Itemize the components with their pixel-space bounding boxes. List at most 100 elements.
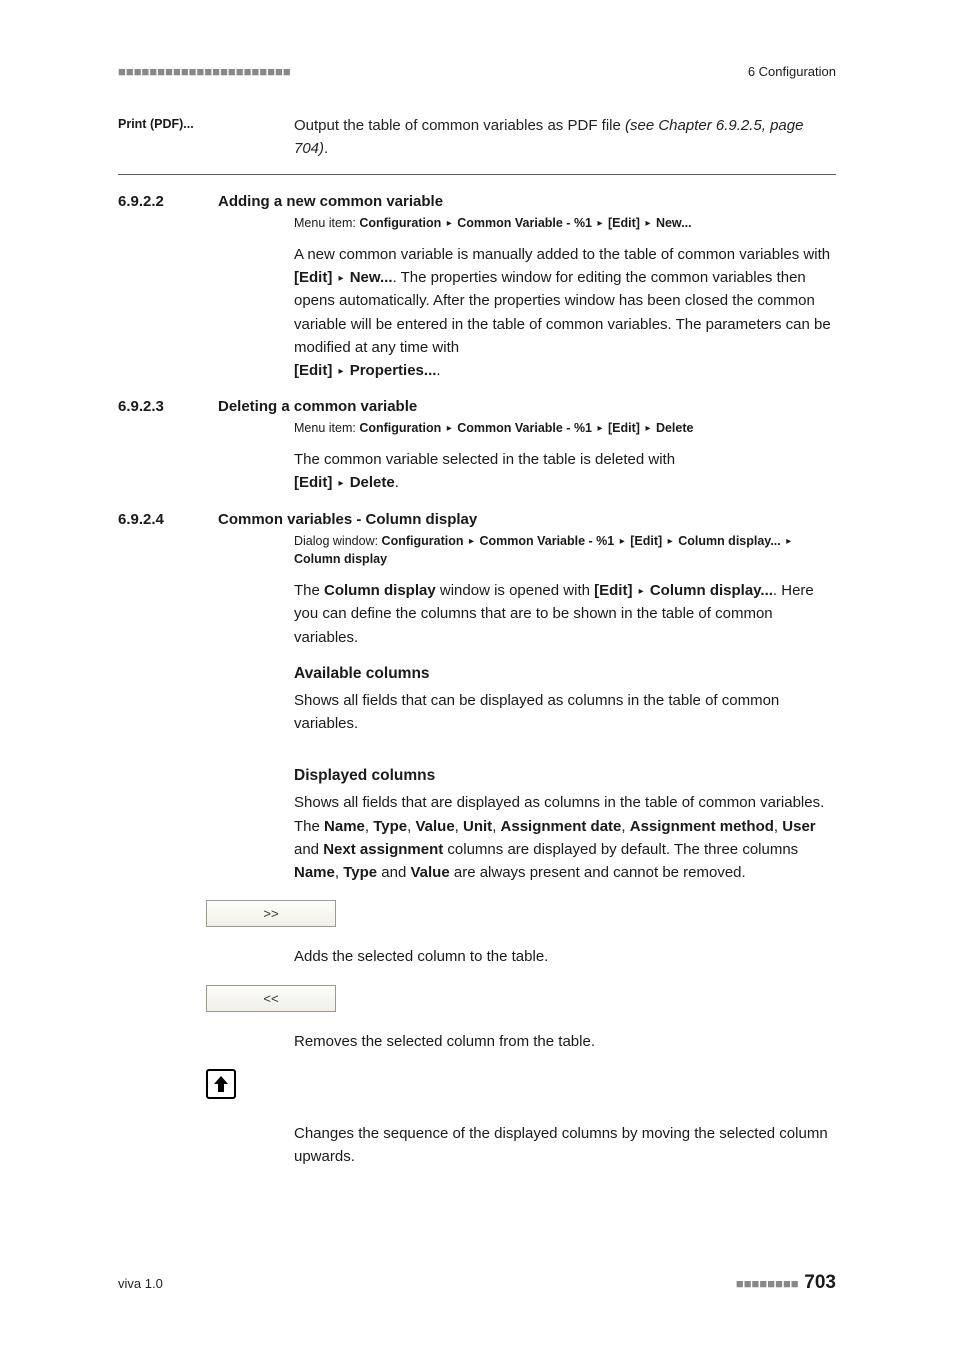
- text: .: [395, 474, 399, 491]
- footer-product: viva 1.0: [118, 1276, 163, 1291]
- page-footer: viva 1.0 ■■■■■■■■ 703: [118, 1272, 836, 1294]
- sep: ,: [492, 818, 500, 835]
- menu-path: Menu item: Configuration ▸ Common Variab…: [294, 214, 836, 233]
- section-number: 6.9.2.4: [118, 511, 218, 528]
- chevron-right-icon: ▸: [643, 218, 652, 229]
- ui-ref: New...: [350, 269, 393, 286]
- text: The common variable selected in the tabl…: [294, 451, 675, 468]
- ui-ref: [Edit]: [294, 362, 332, 379]
- footer-dashes: ■■■■■■■■: [736, 1276, 799, 1291]
- section-title: Adding a new common variable: [218, 193, 836, 210]
- crumb-item: Configuration: [382, 534, 464, 548]
- section-6-9-2-2-heading: 6.9.2.2 Adding a new common variable: [118, 193, 836, 210]
- text: Output the table of common variables as …: [294, 117, 625, 134]
- chevron-right-icon: ▸: [666, 536, 675, 547]
- col-name: Type: [343, 864, 377, 881]
- sep: ,: [335, 864, 343, 881]
- remove-column-button[interactable]: <<: [206, 985, 336, 1012]
- crumb-item: Column display...: [678, 534, 781, 548]
- crumb-item: [Edit]: [608, 421, 640, 435]
- chevron-right-icon: ▸: [467, 536, 476, 547]
- and: and: [294, 841, 323, 858]
- sep: ,: [365, 818, 373, 835]
- text: The: [294, 582, 324, 599]
- ui-ref: [Edit]: [294, 269, 332, 286]
- crumb-item: Common Variable - %1: [479, 534, 614, 548]
- and: and: [377, 864, 410, 881]
- col-name: Value: [415, 818, 454, 835]
- add-column-text: Adds the selected column to the table.: [294, 945, 836, 968]
- displayed-columns-text: Shows all fields that are displayed as c…: [294, 791, 836, 884]
- displayed-columns-heading: Displayed columns: [294, 767, 836, 785]
- col-name: Next assignment: [323, 841, 443, 858]
- ui-ref: [Edit]: [294, 474, 332, 491]
- ui-ref: Delete: [350, 474, 395, 491]
- ui-ref: Column display...: [650, 582, 773, 599]
- section-6-9-2-3-heading: 6.9.2.3 Deleting a common variable: [118, 398, 836, 415]
- move-up-text: Changes the sequence of the displayed co…: [294, 1122, 836, 1169]
- print-pdf-row: Print (PDF)... Output the table of commo…: [118, 115, 836, 175]
- crumb-item: New...: [656, 216, 692, 230]
- text: Dialog window:: [294, 534, 382, 548]
- chevron-right-icon: ▸: [618, 536, 627, 547]
- header-section-label: 6 Configuration: [748, 64, 836, 79]
- sep: ,: [455, 818, 463, 835]
- crumb-item: Configuration: [359, 216, 441, 230]
- arrow-up-icon: [210, 1073, 232, 1095]
- col-name: Assignment date: [501, 818, 622, 835]
- section-number: 6.9.2.3: [118, 398, 218, 415]
- ui-ref: Properties...: [350, 362, 437, 379]
- crumb-item: Column display: [294, 552, 387, 566]
- running-header: ■■■■■■■■■■■■■■■■■■■■■■ 6 Configuration: [118, 64, 836, 79]
- paragraph: The Column display window is opened with…: [294, 579, 836, 649]
- move-up-button[interactable]: [206, 1069, 236, 1099]
- section-6-9-2-4-heading: 6.9.2.4 Common variables - Column displa…: [118, 511, 836, 528]
- crumb-item: [Edit]: [608, 216, 640, 230]
- dialog-path: Dialog window: Configuration ▸ Common Va…: [294, 532, 836, 570]
- col-name: User: [782, 818, 815, 835]
- add-column-button[interactable]: >>: [206, 900, 336, 927]
- col-name: Name: [294, 864, 335, 881]
- col-name: Name: [324, 818, 365, 835]
- chevron-right-icon: ▸: [643, 423, 652, 434]
- section-title: Deleting a common variable: [218, 398, 836, 415]
- remove-column-text: Removes the selected column from the tab…: [294, 1030, 836, 1053]
- available-columns-heading: Available columns: [294, 665, 836, 683]
- section-title: Common variables - Column display: [218, 511, 836, 528]
- available-columns-text: Shows all fields that can be displayed a…: [294, 689, 836, 736]
- text: .: [324, 140, 328, 157]
- text: window is opened with: [436, 582, 594, 599]
- paragraph: The common variable selected in the tabl…: [294, 448, 836, 495]
- chevron-right-icon: ▸: [445, 423, 454, 434]
- print-pdf-description: Output the table of common variables as …: [294, 115, 836, 160]
- header-dashes: ■■■■■■■■■■■■■■■■■■■■■■: [118, 64, 291, 79]
- menu-path: Menu item: Configuration ▸ Common Variab…: [294, 419, 836, 438]
- text: Menu item:: [294, 421, 359, 435]
- section-number: 6.9.2.2: [118, 193, 218, 210]
- text: A new common variable is manually added …: [294, 246, 830, 263]
- col-name: Type: [373, 818, 407, 835]
- crumb-item: Configuration: [359, 421, 441, 435]
- chevron-right-icon: ▸: [596, 423, 605, 434]
- text: are always present and cannot be removed…: [450, 864, 746, 881]
- paragraph: A new common variable is manually added …: [294, 243, 836, 383]
- col-name: Value: [410, 864, 449, 881]
- crumb-item: Common Variable - %1: [457, 421, 592, 435]
- col-name: Assignment method: [630, 818, 774, 835]
- footer-right: ■■■■■■■■ 703: [736, 1272, 836, 1294]
- crumb-item: Common Variable - %1: [457, 216, 592, 230]
- page-number: 703: [804, 1272, 836, 1293]
- chevron-right-icon: ▸: [337, 478, 346, 489]
- chevron-right-icon: ▸: [596, 218, 605, 229]
- text: columns are displayed by default. The th…: [443, 841, 798, 858]
- ui-ref: Column display: [324, 582, 436, 599]
- print-pdf-label: Print (PDF)...: [118, 115, 294, 131]
- chevron-right-icon: ▸: [337, 366, 346, 377]
- col-name: Unit: [463, 818, 492, 835]
- crumb-item: Delete: [656, 421, 694, 435]
- text: Menu item:: [294, 216, 359, 230]
- chevron-right-icon: ▸: [337, 273, 346, 284]
- sep: ,: [621, 818, 629, 835]
- chevron-right-icon: ▸: [784, 536, 793, 547]
- chevron-right-icon: ▸: [637, 586, 646, 597]
